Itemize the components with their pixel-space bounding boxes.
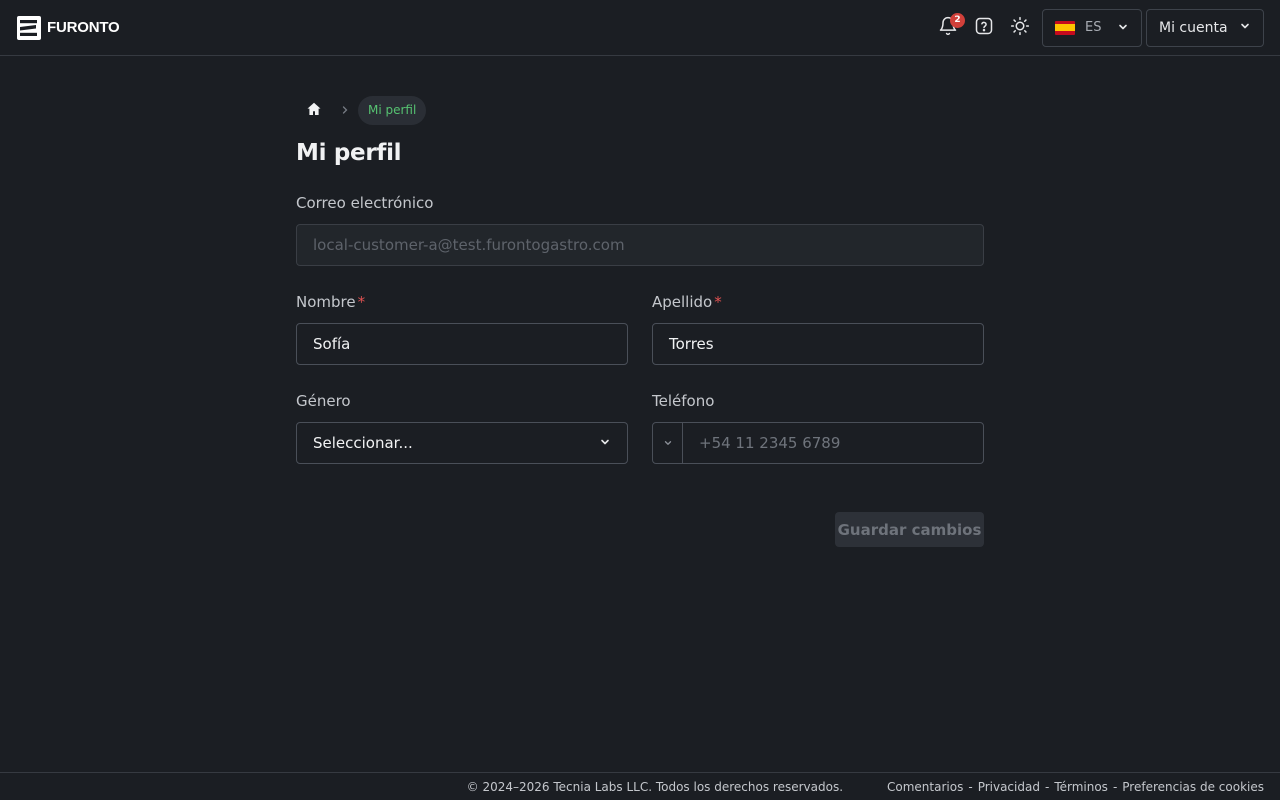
email-label: Correo electrónico <box>296 194 434 212</box>
chevron-down-icon <box>1239 20 1251 36</box>
chevron-right-icon <box>332 104 358 118</box>
footer-separator: - <box>1112 779 1118 794</box>
first-name-label: Nombre * <box>296 293 366 311</box>
top-bar: FURONTO 2 ES Mi cuenta <box>0 0 1280 56</box>
gender-select[interactable]: Seleccionar... <box>296 422 628 464</box>
profile-page: Mi perfil Mi perfil Correo electrónico l… <box>296 96 984 547</box>
save-button[interactable]: Guardar cambios <box>835 512 984 547</box>
email-group: Correo electrónico local-customer-a@test… <box>296 193 984 266</box>
notifications-button[interactable]: 2 <box>930 10 966 46</box>
language-code: ES <box>1085 20 1102 35</box>
header-actions: 2 ES Mi cuenta <box>930 8 1264 47</box>
breadcrumb-current: Mi perfil <box>358 96 427 125</box>
account-label: Mi cuenta <box>1159 19 1228 36</box>
gender-select-value: Seleccionar... <box>313 434 413 452</box>
home-icon <box>306 101 322 121</box>
breadcrumb-home[interactable] <box>296 96 332 125</box>
gender-group: Género Seleccionar... <box>296 391 628 464</box>
last-name-label: Apellido * <box>652 293 722 311</box>
footer-link-privacy[interactable]: Privacidad <box>978 780 1040 794</box>
country-code-select[interactable] <box>653 423 683 463</box>
first-name-field[interactable]: Sofía <box>296 323 628 365</box>
chevron-down-icon <box>663 434 673 452</box>
page-title: Mi perfil <box>296 140 402 166</box>
chevron-down-icon <box>1117 18 1129 37</box>
email-field: local-customer-a@test.furontogastro.com <box>296 224 984 266</box>
required-mark: * <box>714 293 722 311</box>
footer-separator: - <box>1044 779 1050 794</box>
copyright: © 2024–2026 Tecnia Labs LLC. Todos los d… <box>466 779 844 794</box>
phone-group: Teléfono +54 11 2345 6789 <box>652 391 984 464</box>
spain-flag-icon <box>1055 20 1075 35</box>
language-selector[interactable]: ES <box>1042 8 1142 47</box>
gender-label: Género <box>296 392 351 410</box>
brand-logo[interactable]: FURONTO <box>17 15 120 40</box>
footer-separator: - <box>968 779 973 794</box>
chevron-down-icon <box>599 434 611 452</box>
notifications-badge: 2 <box>950 12 965 28</box>
furonto-logo-icon <box>17 15 41 40</box>
brand-name: FURONTO <box>47 19 120 36</box>
footer-link-feedback[interactable]: Comentarios <box>887 780 963 794</box>
sun-icon <box>1010 16 1030 40</box>
last-name-field[interactable]: Torres <box>652 323 984 365</box>
account-menu-button[interactable]: Mi cuenta <box>1146 8 1264 47</box>
footer-link-cookies[interactable]: Preferencias de cookies <box>1122 780 1264 794</box>
help-button[interactable] <box>966 10 1002 46</box>
first-name-group: Nombre * Sofía <box>296 292 628 365</box>
theme-toggle-button[interactable] <box>1002 10 1038 46</box>
footer: © 2024–2026 Tecnia Labs LLC. Todos los d… <box>0 772 1280 800</box>
footer-link-terms[interactable]: Términos <box>1054 780 1108 794</box>
name-row: Nombre * Sofía Apellido * Torres <box>296 292 984 365</box>
breadcrumb: Mi perfil <box>296 96 984 125</box>
form-actions: Guardar cambios <box>296 512 984 547</box>
details-row: Género Seleccionar... Teléfono +54 11 23… <box>296 391 984 464</box>
help-icon <box>974 16 994 40</box>
required-mark: * <box>357 293 366 311</box>
phone-field: +54 11 2345 6789 <box>652 422 984 464</box>
phone-input[interactable]: +54 11 2345 6789 <box>683 434 840 452</box>
phone-label: Teléfono <box>652 392 715 410</box>
last-name-group: Apellido * Torres <box>652 292 984 365</box>
